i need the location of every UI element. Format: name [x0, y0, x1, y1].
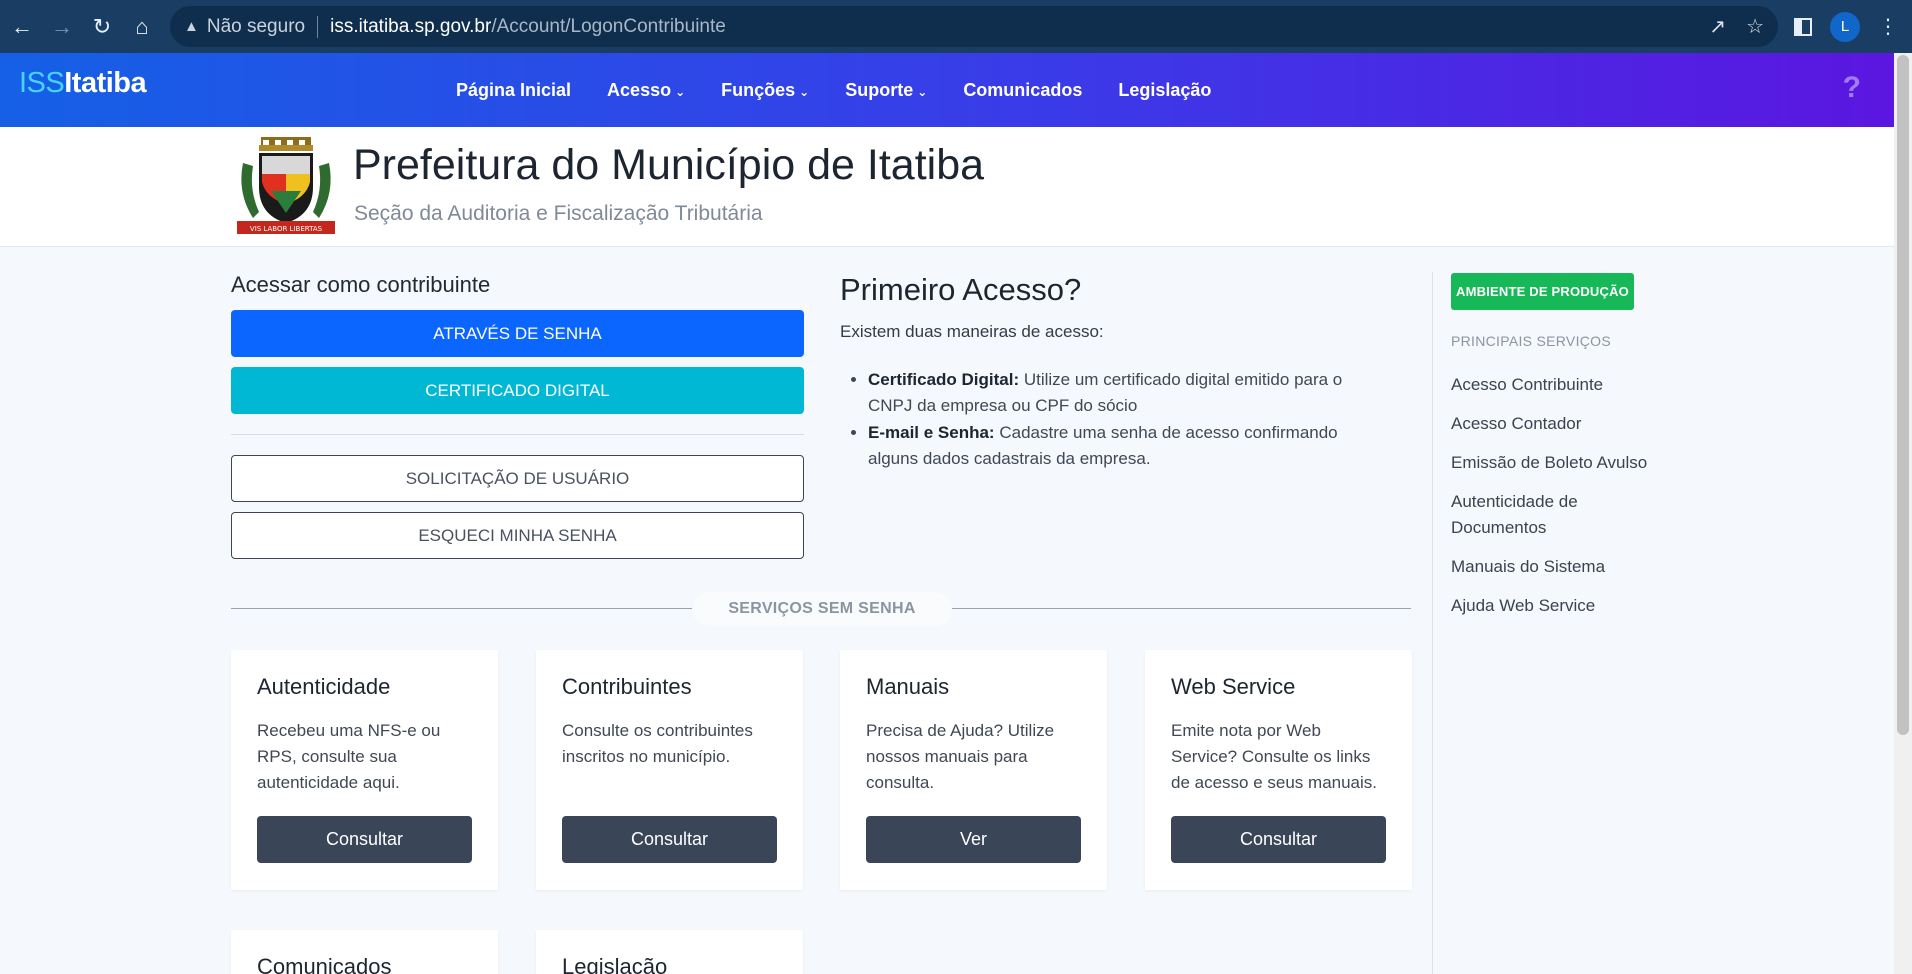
sidebar-divider — [1432, 272, 1433, 974]
card-text: Emite nota por Web Service? Consulte os … — [1171, 721, 1378, 792]
sidebar-link-boleto-avulso[interactable]: Emissão de Boleto Avulso — [1451, 450, 1671, 476]
site-header: ISSItatiba Página Inicial Acesso ⌄ Funçõe… — [0, 53, 1894, 127]
site-logo[interactable]: ISSItatiba — [19, 67, 147, 100]
service-card-manuais: Manuais Precisa de Ajuda? Utilize nossos… — [840, 650, 1107, 890]
sidebar-link-manuais[interactable]: Manuais do Sistema — [1451, 554, 1671, 580]
nav-suporte[interactable]: Suporte ⌄ — [845, 80, 927, 101]
sidebar-link-acesso-contador[interactable]: Acesso Contador — [1451, 411, 1671, 437]
nav-comunicados[interactable]: Comunicados — [963, 80, 1082, 101]
home-icon[interactable]: ⌂ — [122, 7, 162, 47]
nav-acesso[interactable]: Acesso ⌄ — [607, 80, 685, 101]
request-user-button[interactable]: SOLICITAÇÃO DE USUÁRIO — [231, 455, 804, 502]
manuais-ver-button[interactable]: Ver — [866, 816, 1081, 863]
city-crest-icon: VIS LABOR LIBERTAS — [237, 137, 335, 234]
service-card-legislacao: Legislação — [536, 930, 803, 974]
service-card-contribuintes: Contribuintes Consulte os contribuintes … — [536, 650, 803, 890]
nav-pagina-inicial[interactable]: Página Inicial — [456, 80, 571, 101]
card-title: Comunicados — [257, 954, 392, 974]
card-title: Autenticidade — [257, 674, 391, 699]
menu-dots-icon[interactable]: ⋮ — [1878, 14, 1898, 39]
scrollbar-thumb[interactable] — [1897, 55, 1909, 735]
list-item: E-mail e Senha: Cadastre uma senha de ac… — [868, 420, 1390, 472]
back-arrow-icon[interactable]: ← — [2, 7, 42, 47]
sidebar-link-ajuda-web-service[interactable]: Ajuda Web Service — [1451, 593, 1671, 619]
login-certificate-button[interactable]: CERTIFICADO DIGITAL — [231, 367, 804, 414]
card-text: Recebeu uma NFS-e ou RPS, consulte sua a… — [257, 721, 441, 792]
card-title: Web Service — [1171, 674, 1296, 699]
autenticidade-consultar-button[interactable]: Consultar — [257, 816, 472, 863]
forward-arrow-icon[interactable]: → — [42, 7, 82, 47]
brand-banner: VIS LABOR LIBERTAS Prefeitura do Municíp… — [0, 127, 1894, 247]
share-icon[interactable]: ↗ — [1709, 14, 1726, 39]
contribuintes-consultar-button[interactable]: Consultar — [562, 816, 777, 863]
help-icon[interactable]: ? — [1843, 71, 1861, 105]
login-section-title: Acessar como contribuinte — [231, 272, 491, 297]
first-access-intro: Existem duas maneiras de acesso: — [840, 322, 1104, 341]
address-bar[interactable]: ▲ Não seguro iss.itatiba.sp.gov.br /Acco… — [170, 6, 1778, 47]
page-title: Prefeitura do Município de Itatiba — [353, 141, 985, 189]
forgot-password-button[interactable]: ESQUECI MINHA SENHA — [231, 512, 804, 559]
crest-motto: VIS LABOR LIBERTAS — [250, 225, 323, 233]
service-card-comunicados: Comunicados — [231, 930, 498, 974]
nav-legislacao[interactable]: Legislação — [1118, 80, 1211, 101]
card-title: Contribuintes — [562, 674, 692, 699]
card-text: Consulte os contribuintes inscritos no m… — [562, 721, 753, 766]
sidebar-link-acesso-contribuinte[interactable]: Acesso Contribuinte — [1451, 372, 1671, 398]
card-title: Legislação — [562, 954, 668, 974]
sidebar-link-autenticidade[interactable]: Autenticidade de Documentos — [1451, 489, 1671, 541]
service-card-autenticidade: Autenticidade Recebeu uma NFS-e ou RPS, … — [231, 650, 498, 890]
first-access-list: Certificado Digital: Utilize um certific… — [868, 367, 1390, 473]
profile-avatar[interactable]: L — [1830, 11, 1860, 42]
side-panel-icon[interactable] — [1794, 17, 1812, 36]
page-scrollbar[interactable] — [1894, 53, 1912, 974]
browser-toolbar: ← → ↻ ⌂ ▲ Não seguro iss.itatiba.sp.gov.… — [0, 0, 1912, 53]
nav-funcoes[interactable]: Funções ⌄ — [721, 80, 809, 101]
main-nav: Página Inicial Acesso ⌄ Funções ⌄ Suporte ⌄… — [456, 53, 1211, 127]
production-environment-badge: AMBIENTE DE PRODUÇÃO — [1451, 273, 1634, 310]
address-separator — [317, 15, 319, 38]
chevron-down-icon: ⌄ — [917, 84, 928, 99]
sidebar-heading: PRINCIPAIS SERVIÇOS — [1451, 333, 1612, 349]
list-item: Certificado Digital: Utilize um certific… — [868, 367, 1390, 419]
first-access-title: Primeiro Acesso? — [840, 272, 1082, 307]
web-service-consultar-button[interactable]: Consultar — [1171, 816, 1386, 863]
page-subtitle: Seção da Auditoria e Fiscalização Tribut… — [354, 202, 763, 225]
reload-icon[interactable]: ↻ — [82, 7, 122, 47]
login-password-button[interactable]: ATRAVÉS DE SENHA — [231, 310, 804, 357]
chevron-down-icon: ⌄ — [675, 84, 686, 99]
chevron-down-icon: ⌄ — [799, 84, 810, 99]
url-host: iss.itatiba.sp.gov.br — [330, 15, 492, 37]
warning-triangle-icon: ▲ — [184, 18, 199, 35]
card-text: Precisa de Ajuda? Utilize nossos manuais… — [866, 721, 1055, 792]
security-label: Não seguro — [206, 15, 306, 37]
bookmark-star-icon[interactable]: ☆ — [1746, 14, 1764, 39]
service-card-web-service: Web Service Emite nota por Web Service? … — [1145, 650, 1412, 890]
login-divider — [231, 434, 804, 435]
card-title: Manuais — [866, 674, 950, 699]
sidebar-links: Acesso Contribuinte Acesso Contador Emis… — [1451, 372, 1671, 619]
url-path: /Account/LogonContribuinte — [491, 15, 726, 37]
services-heading: SERVIÇOS SEM SENHA — [692, 592, 952, 626]
